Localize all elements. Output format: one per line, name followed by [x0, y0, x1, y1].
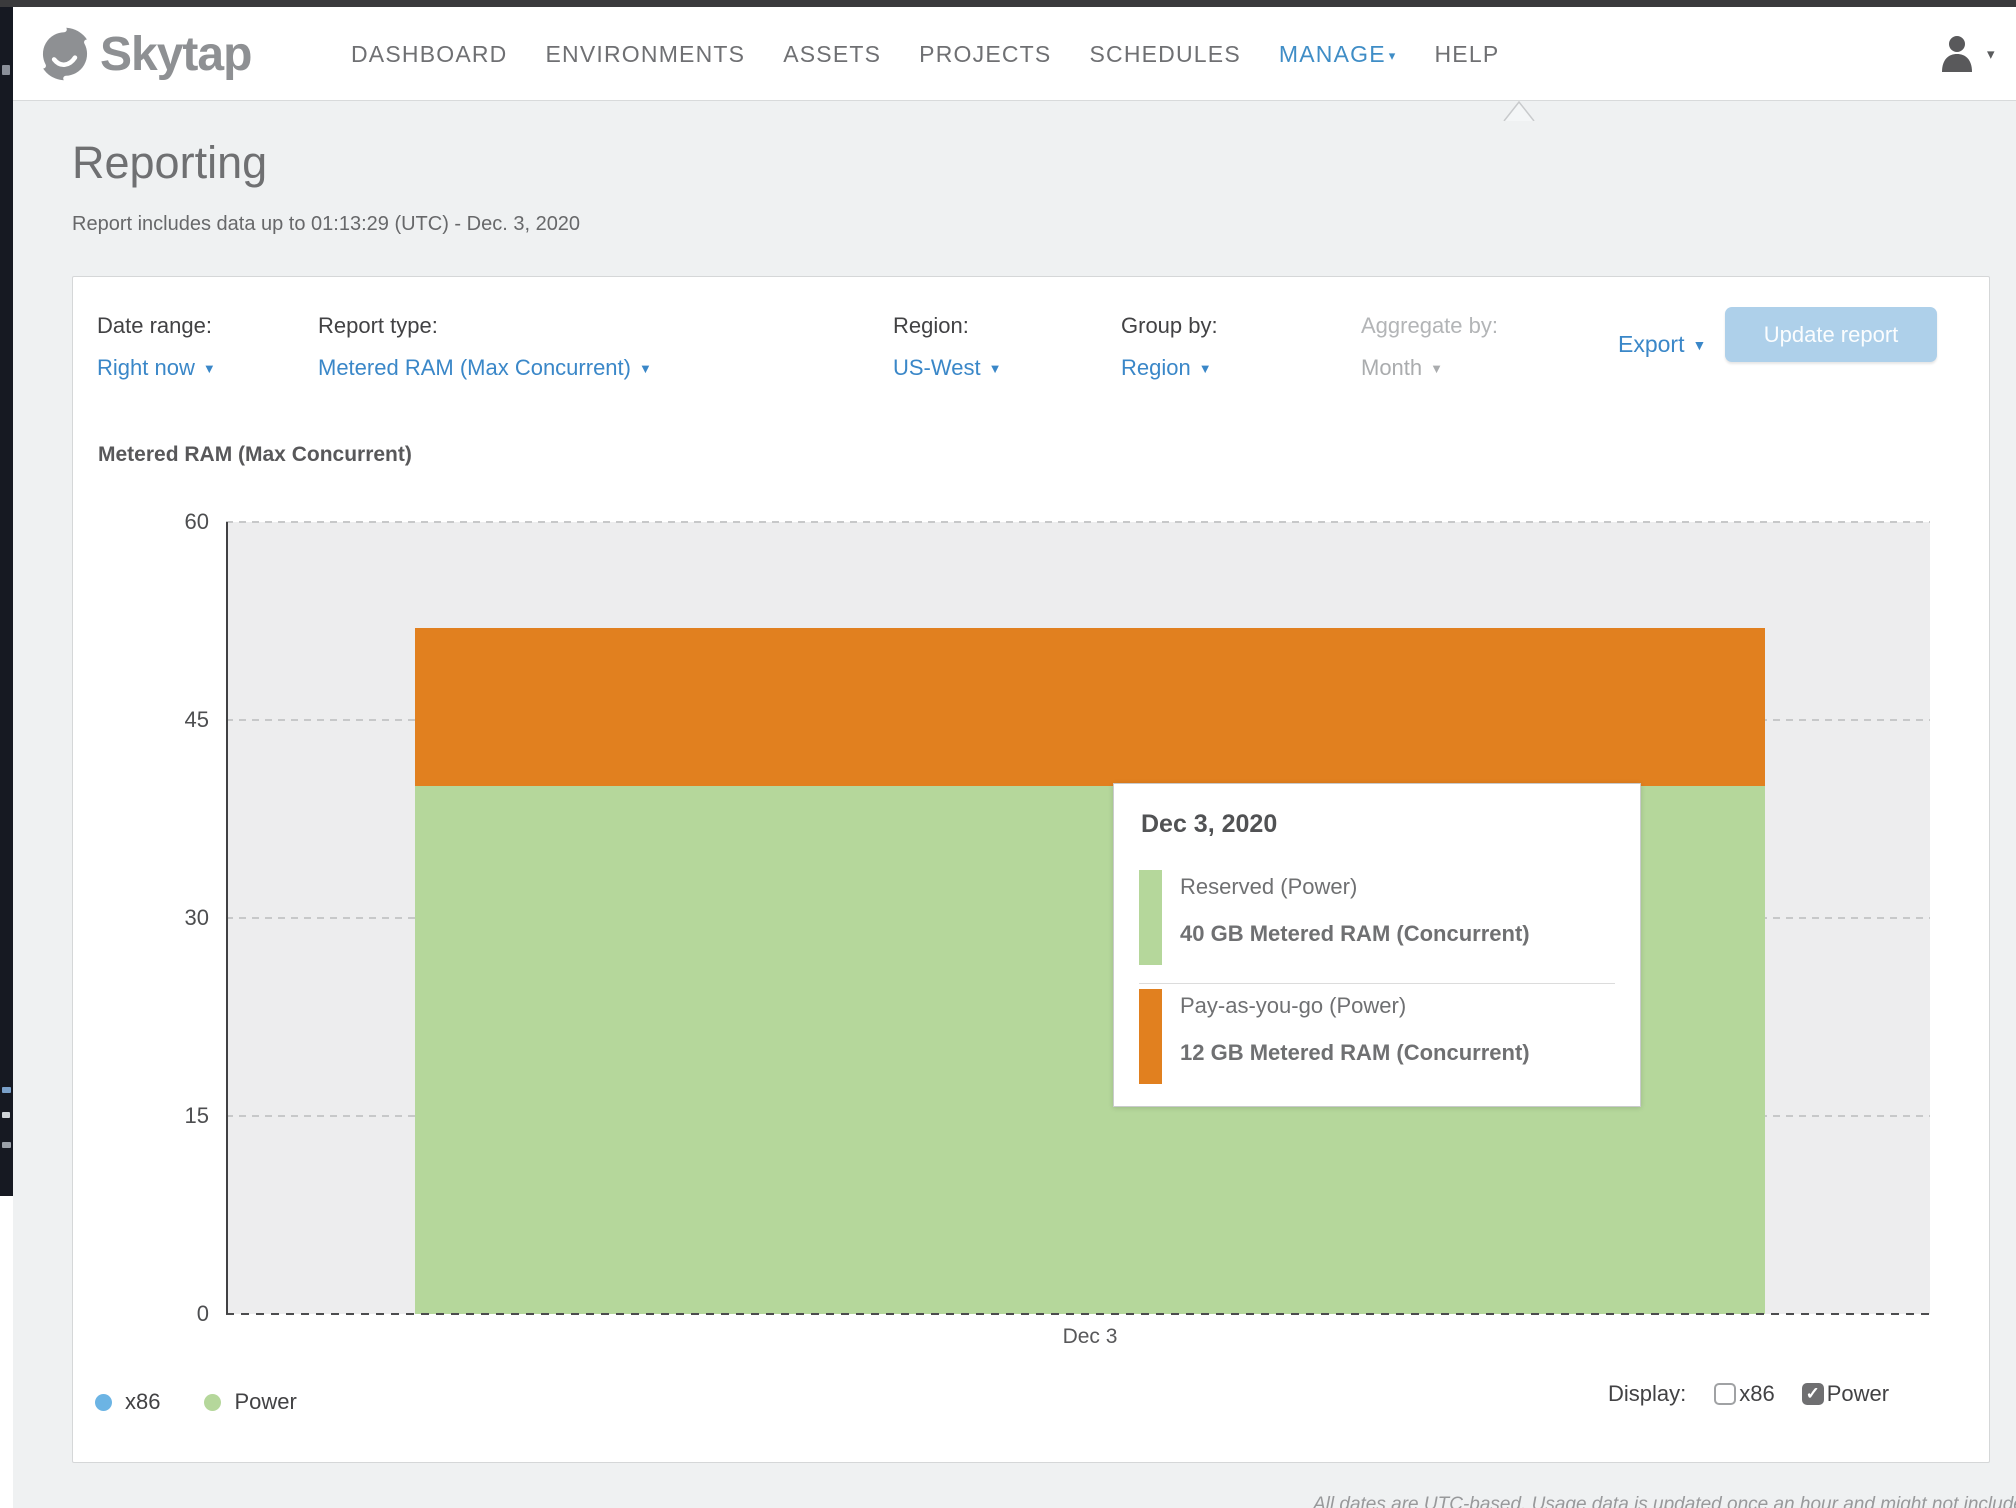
checkbox-power[interactable]: ✓	[1801, 1383, 1824, 1405]
filter-date-range-text: Right now	[97, 355, 195, 380]
filter-report-type-label: Report type:	[318, 313, 438, 338]
background-window-sliver	[0, 7, 13, 1196]
tooltip-heading: Dec 3, 2020	[1141, 810, 1278, 838]
update-report-button[interactable]: Update report	[1725, 307, 1937, 362]
filter-region: Region: US-West ▼	[893, 313, 1001, 381]
nav-item-projects[interactable]: PROJECTS	[919, 41, 1051, 68]
page-title: Reporting	[72, 137, 268, 188]
legend-item-power: Power	[204, 1389, 297, 1415]
tooltip-swatch-paygo	[1139, 989, 1162, 1084]
filter-date-range: Date range: Right now ▼	[97, 313, 216, 381]
legend-label: Power	[234, 1389, 297, 1414]
tooltip-series-name: Pay-as-you-go (Power)	[1180, 993, 1407, 1018]
filter-group-by-value[interactable]: Region ▼	[1121, 355, 1218, 381]
nav-item-manage-label: MANAGE	[1278, 40, 1386, 67]
y-axis-ticks: 0 15 30 45 60	[73, 509, 209, 1326]
tooltip-divider	[1139, 983, 1615, 984]
legend-item-x86: x86	[95, 1389, 160, 1415]
chart-legend: x86 Power	[95, 1389, 297, 1415]
display-controls: Display: x86 ✓ Power	[1608, 1381, 1889, 1407]
caret-down-icon: ▼	[202, 361, 216, 376]
filter-group-by-text: Region	[1121, 355, 1191, 380]
filter-aggregate-by-text: Month	[1361, 355, 1423, 380]
filter-aggregate-by: Aggregate by: Month ▼	[1361, 313, 1498, 381]
filter-date-range-value[interactable]: Right now ▼	[97, 355, 216, 381]
y-tick-label: 60	[184, 509, 209, 534]
tooltip-swatch-reserved	[1139, 870, 1162, 965]
footnote: All dates are UTC-based. Usage data is u…	[1313, 1494, 2016, 1508]
caret-down-icon: ▼	[988, 361, 1002, 376]
sliver-glyph	[2, 65, 10, 75]
chart-tooltip: Dec 3, 2020 Reserved (Power) 40 GB Meter…	[1113, 783, 1641, 1107]
bar-segment-paygo[interactable]	[415, 627, 1765, 787]
plot-area	[226, 521, 1930, 1315]
top-nav: Skytap DASHBOARD ENVIRONMENTS ASSETS PRO…	[13, 7, 2016, 101]
caret-down-icon: ▼	[638, 361, 652, 376]
user-icon	[1942, 36, 1972, 72]
caret-down-icon: ▼	[1198, 361, 1212, 376]
filter-aggregate-by-label: Aggregate by:	[1361, 313, 1498, 338]
caret-down-icon: ▾	[1388, 47, 1397, 63]
report-panel: Date range: Right now ▼ Report type: Mete…	[72, 276, 1990, 1463]
skytap-logo-icon	[37, 26, 93, 82]
page-subtitle: Report includes data up to 01:13:29 (UTC…	[72, 213, 581, 235]
nav-item-environments[interactable]: ENVIRONMENTS	[546, 41, 746, 68]
filter-report-type: Report type: Metered RAM (Max Concurrent…	[318, 313, 652, 381]
legend-dot	[204, 1393, 222, 1411]
nav-item-help[interactable]: HELP	[1435, 41, 1500, 68]
sliver-glyph	[2, 1142, 11, 1148]
checkbox-x86-label: x86	[1739, 1381, 1775, 1406]
checkbox-x86[interactable]	[1714, 1383, 1737, 1405]
x-tick-label: Dec 3	[1062, 1325, 1118, 1348]
y-tick-label: 15	[184, 1103, 209, 1128]
y-axis-line	[226, 522, 228, 1314]
active-nav-notch	[1503, 101, 1535, 121]
tooltip-series-value: 40 GB Metered RAM (Concurrent)	[1180, 921, 1530, 946]
caret-down-icon: ▼	[1692, 337, 1707, 353]
filter-date-range-label: Date range:	[97, 313, 212, 338]
tooltip-series-value: 12 GB Metered RAM (Concurrent)	[1180, 1040, 1530, 1065]
filter-group-by: Group by: Region ▼	[1121, 313, 1218, 381]
filter-aggregate-by-value: Month ▼	[1361, 355, 1498, 381]
sliver-glyph	[2, 1087, 11, 1093]
checkbox-power-label: Power	[1826, 1381, 1890, 1406]
nav-links: DASHBOARD ENVIRONMENTS ASSETS PROJECTS S…	[351, 7, 1499, 101]
filter-report-type-text: Metered RAM (Max Concurrent)	[318, 355, 631, 380]
nav-item-manage[interactable]: MANAGE ▾	[1279, 41, 1397, 68]
user-menu[interactable]: ▾	[1941, 7, 1995, 101]
y-tick-label: 0	[196, 1301, 209, 1326]
chart-title: Metered RAM (Max Concurrent)	[98, 443, 412, 466]
filter-report-type-value[interactable]: Metered RAM (Max Concurrent) ▼	[318, 355, 652, 381]
tooltip-row-reserved: Reserved (Power) 40 GB Metered RAM (Conc…	[1139, 870, 1615, 965]
nav-item-schedules[interactable]: SCHEDULES	[1089, 41, 1240, 68]
legend-label: x86	[125, 1389, 161, 1414]
y-tick-label: 30	[184, 905, 209, 930]
caret-down-icon: ▼	[1430, 361, 1444, 376]
nav-item-dashboard[interactable]: DASHBOARD	[351, 41, 508, 68]
nav-item-assets[interactable]: ASSETS	[783, 41, 881, 68]
page-content: Reporting Report includes data up to 01:…	[13, 101, 2016, 1508]
export-label: Export	[1618, 331, 1685, 357]
sliver-glyph	[2, 1112, 10, 1118]
user-caret-down-icon: ▾	[1987, 46, 1995, 63]
desktop-top-strip	[0, 0, 2016, 7]
display-label: Display:	[1608, 1381, 1687, 1406]
tooltip-series-name: Reserved (Power)	[1180, 874, 1358, 899]
filter-group-by-label: Group by:	[1121, 313, 1218, 338]
export-button[interactable]: Export ▼	[1618, 331, 1706, 358]
legend-dot	[95, 1393, 112, 1411]
skytap-logo[interactable]: Skytap	[36, 7, 252, 101]
x-axis-zero-line	[226, 1313, 1930, 1315]
brand-name: Skytap	[100, 27, 252, 81]
y-tick-label: 45	[184, 707, 209, 732]
tooltip-row-paygo: Pay-as-you-go (Power) 12 GB Metered RAM …	[1139, 989, 1615, 1084]
filter-region-label: Region:	[893, 313, 969, 338]
filter-region-text: US-West	[893, 355, 981, 380]
screen: Skytap DASHBOARD ENVIRONMENTS ASSETS PRO…	[0, 0, 2016, 1508]
filter-region-value[interactable]: US-West ▼	[893, 355, 1001, 381]
